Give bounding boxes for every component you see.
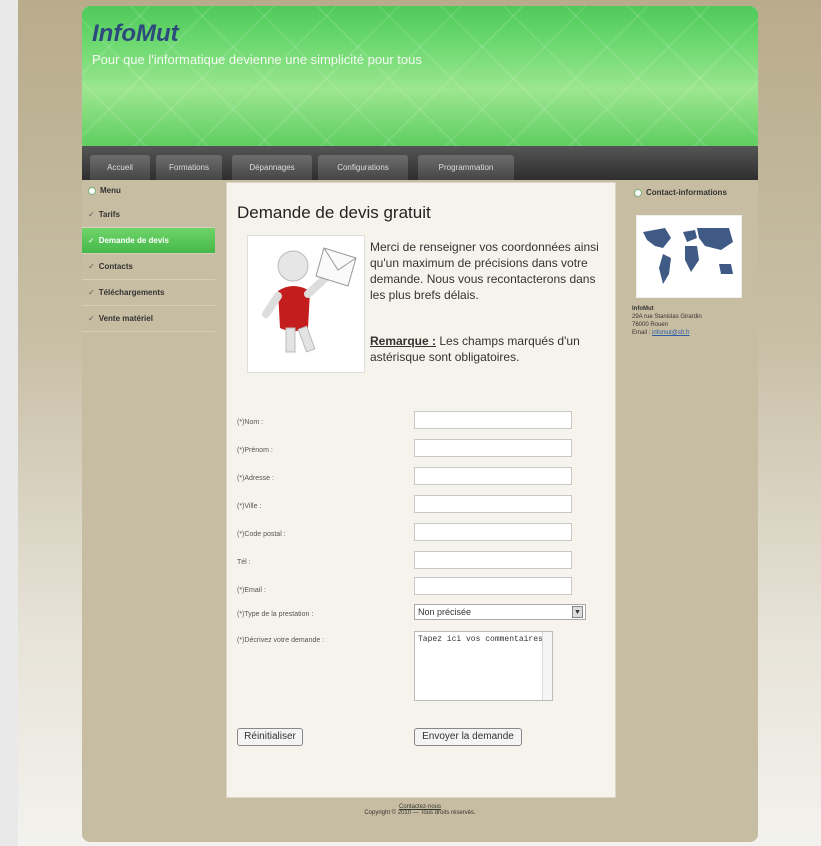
footer: Contactez-nous Copyright © 2010 — Tous d… [82, 804, 758, 816]
contact-heading: Contact-informations [628, 182, 753, 204]
check-icon: ✓ [88, 210, 95, 219]
contact-email-prefix: Email : [632, 330, 651, 336]
circle-icon [88, 186, 96, 195]
demande-text: Tapez ici vos commentaires [418, 635, 543, 644]
sidebar-item-label: Demande de devis [98, 236, 169, 245]
sidebar-item-tarifs[interactable]: ✓ Tarifs [82, 202, 215, 228]
sidebar-item-label: Contacts [98, 262, 133, 271]
check-icon: ✓ [88, 288, 95, 297]
remark-label: Remarque : [370, 334, 437, 348]
nav-item-programmation[interactable]: Programmation [418, 155, 514, 180]
type-prestation-label: (*)Type de la prestation : [237, 611, 314, 618]
nav-item-accueil[interactable]: Accueil [90, 155, 150, 180]
sidebar-item-contacts[interactable]: ✓ Contacts [82, 254, 215, 280]
intro-text: Merci de renseigner vos coordonnées ains… [370, 240, 599, 302]
tel-label: Tél : [237, 559, 251, 566]
sidebar-menu-label: Menu [100, 186, 121, 195]
nom-input[interactable] [414, 411, 572, 429]
adresse-label: (*)Adresse : [237, 475, 274, 482]
check-icon: ✓ [88, 262, 95, 271]
email-label: (*)Email : [237, 587, 266, 594]
check-icon: ✓ [88, 236, 95, 245]
reset-button[interactable]: Réinitialiser [237, 728, 303, 746]
right-column: Contact-informations InfoMut 29A rue Sta… [628, 182, 753, 336]
page-title: Demande de devis gratuit [237, 203, 431, 222]
footer-copyright: Copyright © 2010 — Tous droits réservés. [364, 810, 476, 816]
main-nav: Accueil Formations Dépannages Configurat… [82, 146, 758, 180]
remark-note: Remarque : Les champs marqués d'un astér… [370, 333, 610, 365]
check-icon: ✓ [88, 314, 95, 323]
submit-button[interactable]: Envoyer la demande [414, 728, 522, 746]
sidebar-item-label: Téléchargements [98, 288, 165, 297]
code-postal-label: (*)Code postal : [237, 531, 286, 538]
sidebar-item-telechargements[interactable]: ✓ Téléchargements [82, 280, 215, 306]
sidebar-item-demande-de-devis[interactable]: ✓ Demande de devis [82, 228, 215, 254]
world-map-icon [643, 228, 733, 284]
tel-input[interactable] [414, 551, 572, 569]
prenom-label: (*)Prénom : [237, 447, 273, 454]
demande-textarea[interactable]: Tapez ici vos commentaires [414, 631, 553, 701]
sidebar: Menu ✓ Tarifs ✓ Demande de devis ✓ Contacts… [82, 180, 215, 332]
nom-label: (*)Nom : [237, 419, 264, 426]
main-content: Demande de devis gratuit Merci de rensei… [226, 182, 616, 798]
textarea-scrollbar[interactable] [542, 632, 552, 700]
type-prestation-value: Non précisée [418, 607, 472, 617]
chevron-down-icon[interactable]: ▼ [572, 606, 583, 618]
messenger-figure-icon [262, 247, 357, 353]
contact-info: InfoMut 29A rue Stanislas Girardin 76000… [632, 305, 752, 337]
code-postal-input[interactable] [414, 523, 572, 541]
site-title[interactable]: InfoMut [92, 20, 179, 48]
page-container: InfoMut Pour que l'informatique devienne… [82, 6, 758, 842]
contact-address-line1: 29A rue Stanislas Girardin [632, 314, 702, 320]
circle-icon [634, 188, 642, 197]
nav-item-configurations[interactable]: Configurations [318, 155, 408, 180]
nav-item-formations[interactable]: Formations [156, 155, 222, 180]
email-field[interactable] [414, 577, 572, 595]
nav-item-depannages[interactable]: Dépannages [232, 155, 312, 180]
contact-email-line: Email : infomut@sfr.fr [632, 329, 752, 337]
contact-heading-label: Contact-informations [646, 188, 727, 197]
contact-email-link[interactable]: infomut@sfr.fr [652, 330, 689, 336]
adresse-input[interactable] [414, 467, 572, 485]
sidebar-item-label: Tarifs [98, 210, 120, 219]
type-prestation-select[interactable]: Non précisée ▼ [414, 604, 586, 620]
world-map-image [636, 215, 742, 298]
ville-input[interactable] [414, 495, 572, 513]
site-slogan: Pour que l'informatique devienne une sim… [92, 52, 422, 67]
sidebar-item-vente-materiel[interactable]: ✓ Vente matériel [82, 306, 215, 332]
sidebar-item-label: Vente matériel [98, 314, 153, 323]
demande-label: (*)Décrivez votre demande : [237, 637, 325, 644]
contact-name: InfoMut [632, 306, 654, 312]
site-header: InfoMut Pour que l'informatique devienne… [82, 6, 758, 146]
prenom-input[interactable] [414, 439, 572, 457]
contact-address-line2: 76000 Rouen [632, 322, 669, 328]
messenger-illustration [247, 235, 365, 373]
sidebar-menu-heading: Menu [82, 180, 215, 202]
ville-label: (*)Ville : [237, 503, 262, 510]
